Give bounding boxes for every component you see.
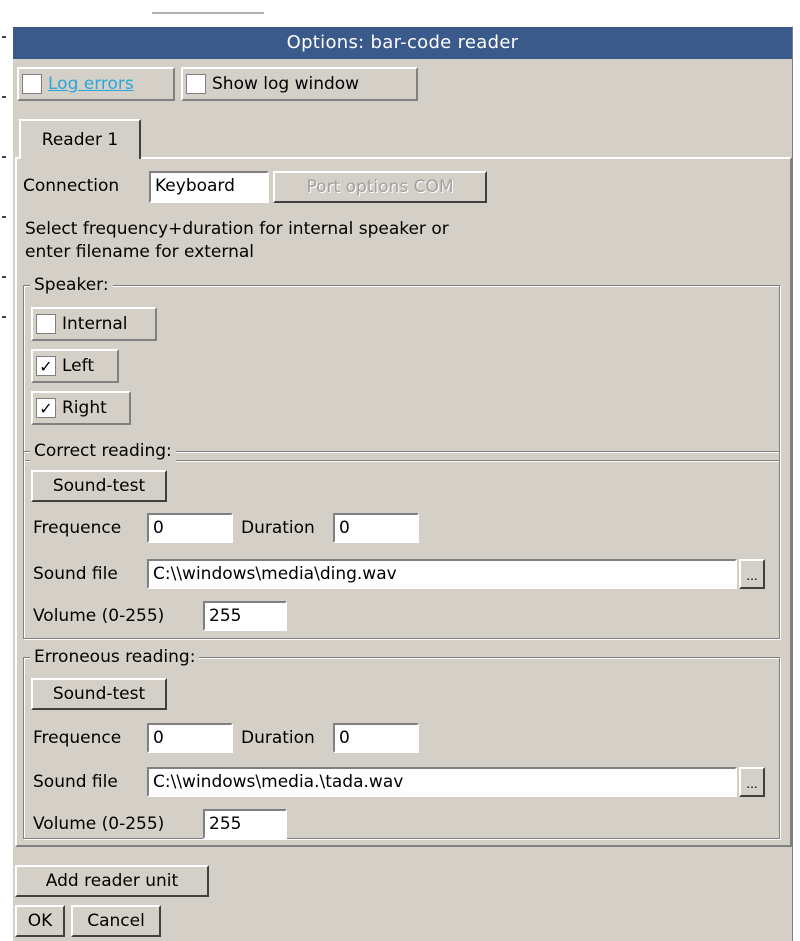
add-reader-unit-button[interactable]: Add reader unit	[15, 865, 209, 897]
correct-duration-label: Duration	[241, 518, 315, 538]
erroneous-frequence-field[interactable]: 0	[147, 723, 233, 753]
log-errors-label: Log errors	[48, 74, 134, 94]
internal-checkbox-box[interactable]	[36, 314, 56, 334]
correct-browse-button[interactable]: ...	[739, 559, 765, 589]
erroneous-sound-file-field[interactable]: C:\\windows\media.\tada.wav	[147, 767, 737, 797]
erroneous-sound-test-button[interactable]: Sound-test	[31, 678, 167, 710]
instructions-line-2: enter filename for external	[25, 242, 254, 262]
speaker-group-title: Speaker:	[30, 274, 113, 296]
instructions-line-1: Select frequency+duration for internal s…	[25, 219, 449, 239]
correct-frequence-field[interactable]: 0	[147, 513, 233, 543]
cancel-button[interactable]: Cancel	[71, 905, 161, 937]
correct-sound-file-field[interactable]: C:\\windows\media\ding.wav	[147, 559, 737, 589]
left-checkbox-box[interactable]: ✓	[36, 356, 56, 376]
tab-reader-1-label: Reader 1	[41, 130, 119, 150]
erroneous-sound-file-label: Sound file	[33, 772, 118, 792]
connection-label: Connection	[23, 176, 120, 196]
background-tab-edge	[152, 12, 264, 14]
erroneous-duration-label: Duration	[241, 728, 315, 748]
internal-label: Internal	[62, 314, 128, 334]
options-dialog: Options: bar-code reader Log errors Show…	[12, 26, 793, 941]
ok-button[interactable]: OK	[15, 905, 65, 937]
port-options-button: Port options COM	[273, 171, 487, 203]
right-label: Right	[62, 398, 107, 418]
correct-duration-field[interactable]: 0	[333, 513, 419, 543]
left-label: Left	[62, 356, 94, 376]
internal-checkbox[interactable]: Internal	[31, 307, 157, 341]
right-checkbox-box[interactable]: ✓	[36, 398, 56, 418]
right-checkbox[interactable]: ✓ Right	[31, 391, 131, 425]
erroneous-browse-button[interactable]: ...	[739, 767, 765, 797]
show-log-window-label: Show log window	[212, 74, 360, 94]
correct-sound-file-label: Sound file	[33, 564, 118, 584]
left-checkbox[interactable]: ✓ Left	[31, 349, 119, 383]
background-left-edge	[0, 26, 12, 336]
show-log-window-checkbox[interactable]: Show log window	[181, 67, 418, 101]
erroneous-duration-field[interactable]: 0	[333, 723, 419, 753]
correct-volume-field[interactable]: 255	[203, 601, 287, 631]
erroneous-reading-title: Erroneous reading:	[30, 646, 200, 668]
erroneous-volume-label: Volume (0-255)	[33, 814, 165, 834]
connection-field[interactable]: Keyboard	[149, 171, 269, 203]
log-errors-checkbox-box[interactable]	[22, 74, 42, 94]
show-log-window-checkbox-box[interactable]	[186, 74, 206, 94]
dialog-title: Options: bar-code reader	[13, 27, 792, 59]
erroneous-volume-field[interactable]: 255	[203, 809, 287, 839]
correct-volume-label: Volume (0-255)	[33, 606, 165, 626]
tab-reader-1[interactable]: Reader 1	[19, 119, 141, 159]
correct-reading-title: Correct reading:	[30, 440, 176, 462]
background-window	[0, 0, 800, 26]
screen: Options: bar-code reader Log errors Show…	[0, 0, 800, 941]
correct-sound-test-button[interactable]: Sound-test	[31, 470, 167, 502]
correct-frequence-label: Frequence	[33, 518, 122, 538]
erroneous-frequence-label: Frequence	[33, 728, 122, 748]
log-errors-checkbox[interactable]: Log errors	[17, 67, 175, 101]
